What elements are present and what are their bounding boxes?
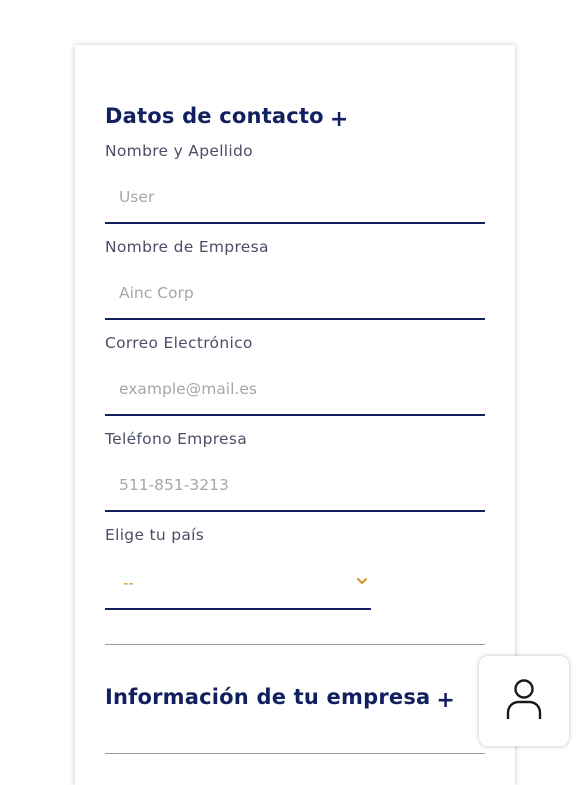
section-divider: [105, 753, 485, 754]
name-input[interactable]: [105, 174, 485, 220]
email-input[interactable]: [105, 366, 485, 412]
country-select[interactable]: --: [105, 560, 371, 610]
phone-input[interactable]: [105, 462, 485, 508]
contact-form-card: Datos de contacto+ Nombre y Apellido Nom…: [75, 45, 515, 785]
email-field-wrap: [105, 366, 485, 416]
company-label: Nombre de Empresa: [105, 238, 269, 256]
company-field-wrap: [105, 270, 485, 320]
user-icon: [506, 679, 542, 719]
name-field-wrap: [105, 174, 485, 224]
company-section-header[interactable]: Información de tu empresa +: [105, 685, 455, 713]
section-divider: [105, 644, 485, 645]
contact-section-title: Datos de contacto: [105, 104, 324, 128]
phone-field-wrap: [105, 462, 485, 512]
expand-plus-icon[interactable]: +: [436, 688, 455, 713]
email-label: Correo Electrónico: [105, 334, 253, 352]
contact-section-header[interactable]: Datos de contacto +: [105, 104, 349, 132]
company-input[interactable]: [105, 270, 485, 316]
user-account-button[interactable]: [479, 656, 569, 746]
expand-plus-icon[interactable]: +: [330, 107, 349, 132]
name-label: Nombre y Apellido: [105, 142, 253, 160]
company-section-title: Información de tu empresa: [105, 685, 431, 709]
country-label: Elige tu país: [105, 526, 205, 544]
phone-label: Teléfono Empresa: [105, 430, 248, 448]
chevron-down-icon: [357, 578, 367, 584]
country-select-value: --: [123, 574, 134, 592]
